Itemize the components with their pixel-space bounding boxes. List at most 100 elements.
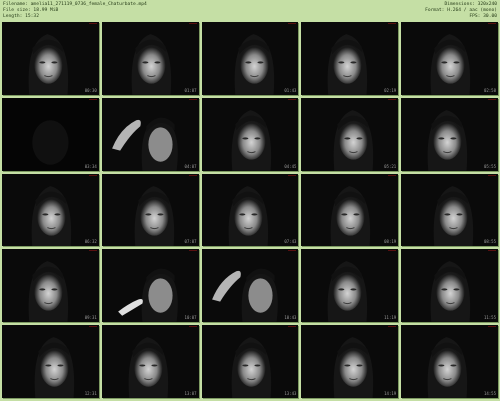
frame-image [2,22,99,95]
thumbnail-grid: 00:30 01:07 01:43 02:19 02:58 03:34 04:07 04:45… [2,22,498,398]
timestamp-label: 05:55 [483,163,496,169]
recording-indicator [488,23,496,24]
recording-indicator [388,23,397,24]
recording-indicator [488,326,496,328]
thumbnail-frame[interactable]: 02:19 [301,22,399,95]
recording-indicator [388,98,397,100]
recording-indicator [88,174,97,176]
timestamp-label: 04:45 [284,163,297,169]
timestamp-label: 02:19 [384,87,397,93]
recording-indicator [188,98,197,100]
timestamp-label: 14:55 [483,391,496,396]
recording-indicator [88,98,97,100]
recording-indicator [488,250,496,252]
thumbnail-frame[interactable]: 14:19 [301,325,399,398]
thumbnail-frame[interactable]: 11:19 [301,249,399,323]
timestamp-label: 11:55 [483,315,496,321]
frame-image [101,97,199,171]
timestamp-label: 08:19 [384,239,397,245]
frame-image [2,173,99,247]
thumbnail-frame[interactable]: 10:07 [101,249,199,323]
frame-image [301,173,399,247]
thumbnail-frame[interactable]: 06:32 [2,173,99,247]
thumbnail-frame[interactable]: 05:21 [301,97,399,171]
frame-image [301,22,399,95]
frame-image [201,22,299,95]
timestamp-label: 02:58 [483,87,496,93]
frame-image [401,325,498,398]
frame-image [101,22,199,95]
timestamp-label: 06:32 [84,239,97,245]
timestamp-label: 11:19 [384,315,397,321]
frame-image [101,249,199,323]
frame-image [301,97,399,171]
timestamp-label: 07:07 [184,239,197,245]
frame-image [2,249,99,323]
recording-indicator [188,250,197,252]
frame-image [301,325,399,398]
thumbnail-frame[interactable]: 09:31 [2,249,99,323]
thumbnail-frame[interactable]: 07:43 [201,173,299,247]
timestamp-label: 09:31 [84,315,97,321]
frame-image [2,325,99,398]
thumbnail-frame[interactable]: 02:58 [401,22,498,95]
thumbnail-frame[interactable]: 04:07 [101,97,199,171]
thumbnail-frame[interactable]: 03:34 [2,97,99,171]
timestamp-label: 04:07 [184,163,197,169]
frame-image [201,325,299,398]
recording-indicator [288,326,297,328]
recording-indicator [288,250,297,252]
timestamp-label: 07:43 [284,239,297,245]
timestamp-label: 01:07 [184,87,197,93]
recording-indicator [88,326,97,328]
timestamp-label: 05:21 [384,163,397,169]
timestamp-label: 03:34 [84,163,97,169]
contact-sheet-header: Filename: amelia11_271119_0736_female_Ch… [0,0,500,22]
thumbnail-frame[interactable]: 01:07 [101,22,199,95]
frame-image [201,97,299,171]
recording-indicator [388,174,397,176]
recording-indicator [388,250,397,252]
frame-image [401,173,498,247]
frame-image [101,173,199,247]
thumbnail-frame[interactable]: 01:43 [201,22,299,95]
thumbnail-frame[interactable]: 12:31 [2,325,99,398]
frame-image [101,325,199,398]
timestamp-label: 13:07 [184,391,197,396]
frame-image [401,249,498,323]
timestamp-label: 13:43 [284,391,297,396]
timestamp-label: 14:19 [384,391,397,396]
timestamp-label: 08:55 [483,239,496,245]
recording-indicator [188,326,197,328]
timestamp-label: 10:43 [284,315,297,321]
frame-image [2,97,99,171]
length-label: Length: 15:32 [3,14,39,19]
timestamp-label: 12:31 [84,391,97,396]
thumbnail-frame[interactable]: 00:30 [2,22,99,95]
thumbnail-frame[interactable]: 05:55 [401,97,498,171]
thumbnail-frame[interactable]: 08:19 [301,173,399,247]
frame-image [201,249,299,323]
recording-indicator [288,23,297,24]
timestamp-label: 10:07 [184,315,197,321]
recording-indicator [488,174,496,176]
thumbnail-frame[interactable]: 14:55 [401,325,498,398]
recording-indicator [288,98,297,100]
thumbnail-frame[interactable]: 10:43 [201,249,299,323]
recording-indicator [188,23,197,24]
recording-indicator [88,23,97,24]
recording-indicator [288,174,297,176]
thumbnail-frame[interactable]: 07:07 [101,173,199,247]
timestamp-label: 01:43 [284,87,297,93]
timestamp-label: 00:30 [84,87,97,93]
thumbnail-frame[interactable]: 13:07 [101,325,199,398]
recording-indicator [388,326,397,328]
recording-indicator [188,174,197,176]
thumbnail-frame[interactable]: 11:55 [401,249,498,323]
frame-image [401,97,498,171]
thumbnail-frame[interactable]: 13:43 [201,325,299,398]
thumbnail-frame[interactable]: 08:55 [401,173,498,247]
fps-label: FPS: 30.00 [469,14,497,19]
thumbnail-frame[interactable]: 04:45 [201,97,299,171]
recording-indicator [488,98,496,100]
